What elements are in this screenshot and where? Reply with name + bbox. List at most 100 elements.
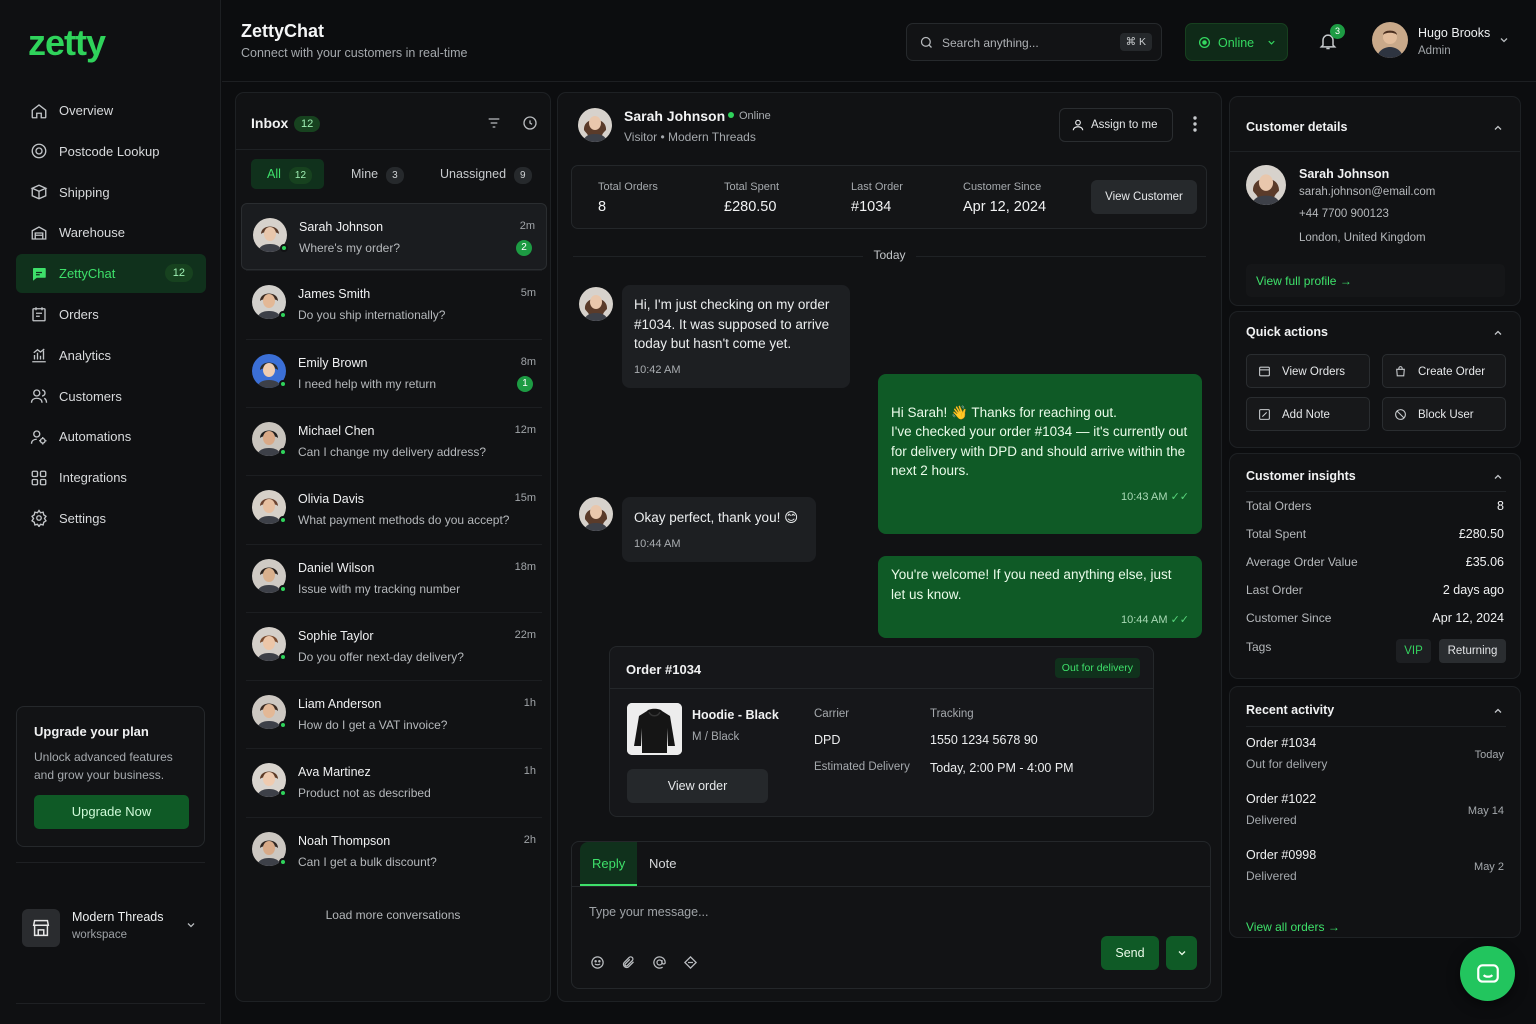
conversation-item[interactable]: Liam Anderson How do I get a VAT invoice?…	[241, 681, 547, 748]
search-input[interactable]: Search anything... ⌘ K	[906, 23, 1162, 61]
carrier-value: DPD	[814, 733, 841, 747]
message-text: Hi Sarah! 👋 Thanks for reaching out. I'v…	[891, 404, 1188, 479]
workspace-switcher[interactable]: Modern Threads workspace	[22, 906, 202, 947]
insight-label: Average Order Value	[1246, 555, 1358, 569]
conversation-item[interactable]: Sophie Taylor Do you offer next-day deliv…	[241, 613, 547, 680]
contact-status-label: Online	[739, 110, 771, 122]
message-time: 10:44 AM	[634, 537, 681, 550]
assign-to-me-button[interactable]: Assign to me	[1059, 108, 1173, 142]
customer-avatar-image	[1246, 165, 1286, 205]
block-user-button[interactable]: Block User	[1382, 397, 1506, 431]
sidebar-item-overview[interactable]: Overview	[16, 91, 206, 130]
view-customer-button[interactable]: View Customer	[1091, 180, 1197, 214]
create-order-button[interactable]: Create Order	[1382, 354, 1506, 388]
sidebar-item-zettychat[interactable]: ZettyChat 12	[16, 254, 206, 294]
send-button[interactable]: Send	[1101, 936, 1159, 970]
conversation-item[interactable]: Olivia Davis What payment methods do you …	[241, 476, 547, 543]
conversation-preview: Do you ship internationally?	[298, 308, 446, 323]
load-more-link[interactable]: Load more conversations	[236, 908, 550, 922]
tag-icon[interactable]	[683, 955, 698, 970]
view-orders-button[interactable]: View Orders	[1246, 354, 1370, 388]
grid-icon	[31, 470, 47, 486]
activity-title[interactable]: Order #0998	[1246, 848, 1316, 862]
tracking-number[interactable]: 1550 1234 5678 90	[930, 733, 1038, 747]
action-label: Block User	[1418, 409, 1474, 421]
status-dropdown[interactable]: Online	[1185, 23, 1288, 61]
conversation-item[interactable]: James Smith Do you ship internationally? 5…	[241, 271, 547, 338]
chevron-down-icon	[1178, 951, 1185, 956]
tab-reply[interactable]: Reply	[580, 842, 638, 886]
section-title: Recent activity	[1246, 703, 1335, 717]
conversation-preview: Issue with my tracking number	[298, 581, 461, 596]
customer-location: London, United Kingdom	[1299, 232, 1426, 244]
tab-mine[interactable]: Mine 3	[351, 159, 404, 189]
more-options-icon[interactable]	[1193, 116, 1197, 132]
tag-returning[interactable]: Returning	[1439, 639, 1506, 663]
sidebar-item-settings[interactable]: Settings	[16, 499, 206, 538]
sidebar-item-automations[interactable]: Automations	[16, 417, 206, 456]
upgrade-now-button[interactable]: Upgrade Now	[34, 795, 189, 829]
tag-vip[interactable]: VIP	[1396, 639, 1431, 663]
activity-date: May 14	[1467, 805, 1504, 817]
conversation-item[interactable]: Michael Chen Can I change my delivery add…	[241, 408, 547, 475]
activity-title[interactable]: Order #1034	[1246, 736, 1316, 750]
sidebar-item-integrations[interactable]: Integrations	[16, 458, 206, 497]
sidebar-item-label: Settings	[59, 510, 106, 526]
analytics-icon	[32, 348, 46, 363]
conversation-time: 2h	[523, 833, 536, 846]
insight-value: £35.06	[1465, 555, 1504, 569]
attachment-icon[interactable]	[621, 955, 636, 970]
hoodie-icon	[627, 703, 682, 755]
sidebar-item-warehouse[interactable]: Warehouse	[16, 213, 206, 252]
chevron-up-icon[interactable]	[1492, 122, 1504, 134]
chevron-up-icon[interactable]	[1492, 327, 1504, 339]
notification-badge: 3	[1330, 24, 1345, 39]
stat-customer-since: Customer Since Apr 12, 2024	[963, 181, 1046, 215]
contact-avatar-image	[579, 497, 613, 531]
mention-icon[interactable]	[652, 955, 667, 970]
conversation-item[interactable]: Ava Martinez Product not as described 1h	[241, 749, 547, 816]
filter-icon[interactable]	[486, 115, 502, 131]
send-options-button[interactable]	[1166, 936, 1197, 970]
insight-value: 2 days ago	[1442, 583, 1504, 597]
tab-count: 3	[386, 167, 404, 184]
insight-label: Last Order	[1246, 583, 1303, 597]
new-conversation-icon[interactable]	[522, 115, 538, 131]
avatar	[1246, 165, 1286, 205]
user-role: Admin	[1418, 45, 1451, 57]
activity-title[interactable]: Order #1022	[1246, 792, 1316, 806]
conversation-item[interactable]: Daniel Wilson Issue with my tracking numb…	[241, 545, 547, 612]
sidebar-item-orders[interactable]: Orders	[16, 295, 206, 334]
divider	[246, 748, 542, 750]
brand-logo[interactable]: zetty	[28, 22, 106, 64]
stat-label: Customer Since	[963, 181, 1042, 193]
divider	[236, 149, 550, 150]
message-incoming: Okay perfect, thank you! 😊 10:44 AM	[622, 497, 816, 562]
page-title: ZettyChat	[241, 21, 325, 41]
add-note-button[interactable]: Add Note	[1246, 397, 1370, 431]
chat-launcher-button[interactable]	[1460, 946, 1515, 1001]
tab-all[interactable]: All 12	[251, 159, 324, 189]
view-all-orders-link[interactable]: View all orders →	[1246, 920, 1340, 934]
avatar[interactable]	[1372, 22, 1408, 58]
sidebar-item-customers[interactable]: Customers	[16, 377, 206, 416]
conversation-item[interactable]: Sarah Johnson Where's my order? 2m 2	[241, 203, 547, 270]
divider	[246, 270, 542, 272]
conversation-item[interactable]: Emily Brown I need help with my return 8m 1	[241, 340, 547, 407]
chevron-up-icon[interactable]	[1492, 705, 1504, 717]
tab-note[interactable]: Note	[649, 842, 676, 886]
chevron-up-icon[interactable]	[1492, 471, 1504, 483]
sidebar-item-postcode-lookup[interactable]: Postcode Lookup	[16, 132, 206, 171]
message-input[interactable]: Type your message...	[589, 905, 709, 919]
conversation-item[interactable]: Noah Thompson Can I get a bulk discount? 2…	[241, 818, 547, 885]
chevron-down-icon[interactable]	[1498, 34, 1510, 46]
view-order-button[interactable]: View order	[627, 769, 768, 803]
divider	[16, 1003, 205, 1004]
sidebar-item-analytics[interactable]: Analytics	[16, 336, 206, 375]
tab-unassigned[interactable]: Unassigned 9	[440, 159, 532, 189]
sidebar-item-shipping[interactable]: Shipping	[16, 173, 206, 212]
customer-email[interactable]: sarah.johnson@email.com	[1299, 186, 1435, 198]
emoji-icon[interactable]	[590, 955, 605, 970]
arrow-right-icon: →	[1327, 920, 1340, 934]
view-full-profile-link[interactable]: View full profile →	[1246, 264, 1505, 297]
